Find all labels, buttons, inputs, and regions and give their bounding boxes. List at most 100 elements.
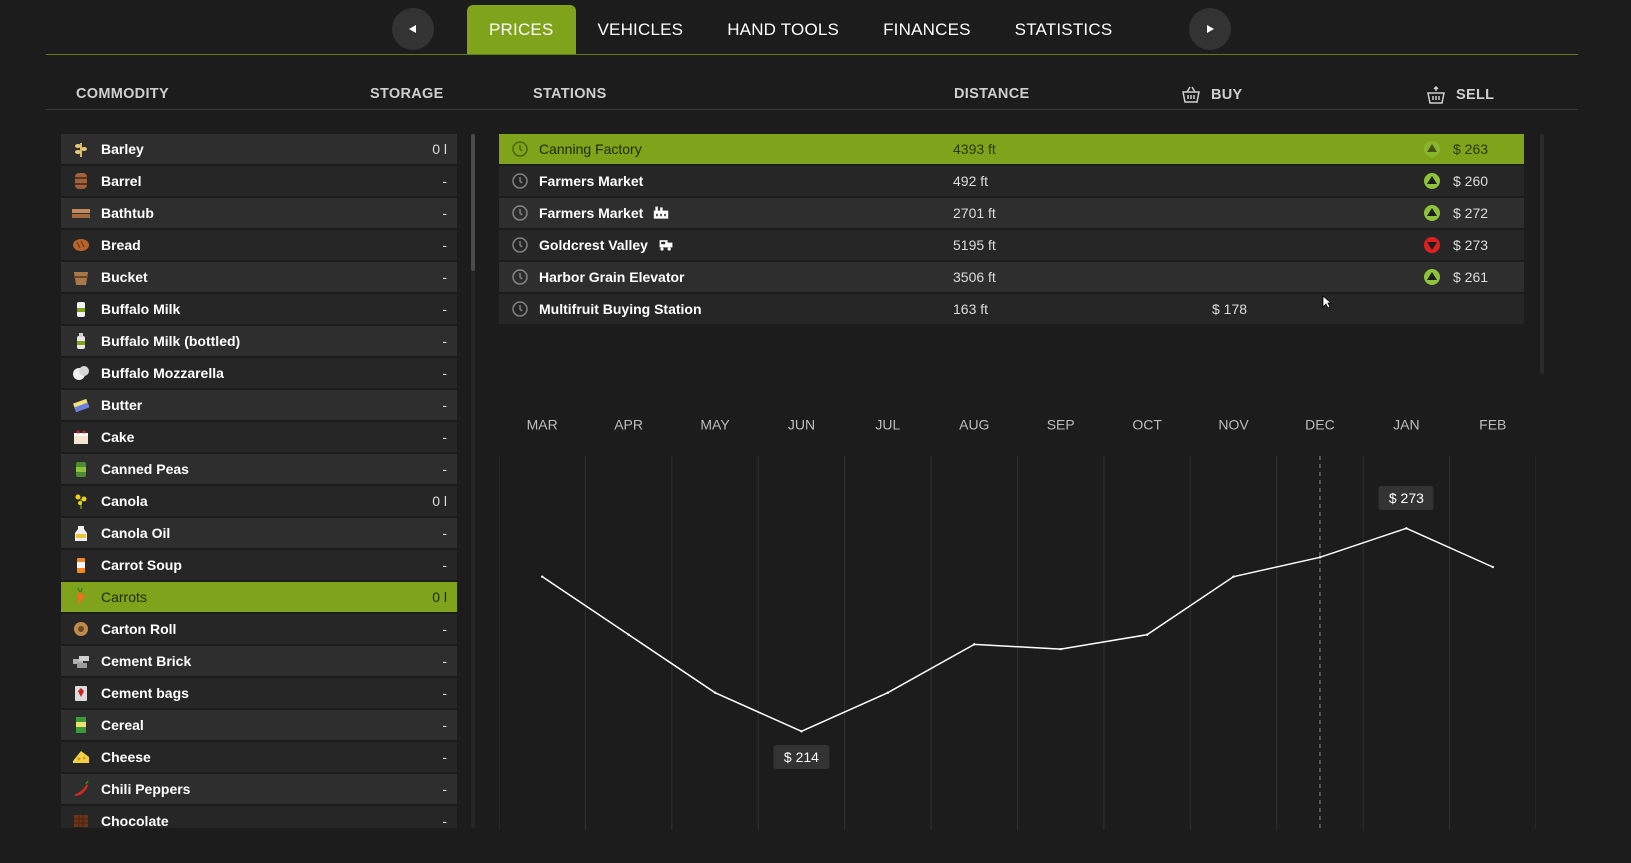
commodity-row[interactable]: Canned Peas - [61,454,457,484]
history-icon[interactable] [511,236,529,254]
commodity-icon-wrap [71,363,91,383]
next-page-button[interactable] [1189,8,1231,50]
commodity-icon-wrap [71,651,91,671]
station-row[interactable]: Harbor Grain Elevator 3506 ft $ 261 [499,262,1524,292]
commodity-row[interactable]: Bucket - [61,262,457,292]
commodity-storage: - [442,461,447,477]
header-sell-label: SELL [1456,87,1495,103]
station-row[interactable]: Goldcrest Valley 5195 ft $ 273 [499,230,1524,260]
station-sell-price: $ 273 [1453,237,1489,253]
commodity-storage: - [442,301,447,317]
station-distance: 492 ft [953,173,989,189]
commodity-icon-wrap [71,171,91,191]
commodity-name: Cheese [101,749,151,765]
price-chart-svg: MAR APR MAY JUN JUL AUG SEP OCT NOV DEC JAN FEB [499,420,1536,830]
cake-icon [74,430,88,444]
commodity-row[interactable]: Carrots 0 l [61,582,457,612]
station-row[interactable]: Farmers Market 2701 ft $ 272 [499,198,1524,228]
price-point [1491,565,1494,569]
commodity-row[interactable]: Canola 0 l [61,486,457,516]
history-icon[interactable] [511,300,529,318]
station-distance: 5195 ft [953,237,996,253]
canned-peas-icon [76,462,86,477]
commodity-storage: - [442,365,447,381]
commodity-scrollbar[interactable] [471,134,475,828]
commodity-row[interactable]: Cake - [61,422,457,452]
header-stations: STATIONS [533,86,607,102]
station-row[interactable]: Canning Factory 4393 ft $ 263 [499,134,1524,164]
commodity-row[interactable]: Buffalo Milk - [61,294,457,324]
price-annotation: $ 214 [773,745,829,770]
station-row[interactable]: Multifruit Buying Station 163 ft $ 178 [499,294,1524,324]
price-history-chart: MAR APR MAY JUN JUL AUG SEP OCT NOV DEC JAN FEB $ 2… [499,420,1536,830]
commodity-icon-wrap [71,523,91,543]
commodity-name: Carrot Soup [101,557,182,573]
history-icon[interactable] [511,268,529,286]
month-label: MAY [700,420,730,433]
cement-bags-icon [75,686,87,701]
commodity-icon-wrap [71,715,91,735]
tab-prices[interactable]: PRICES [467,5,576,55]
commodity-storage: - [442,173,447,189]
tab-statistics[interactable]: STATISTICS [993,5,1135,55]
tab-hand-tools[interactable]: HAND TOOLS [705,5,861,55]
commodity-row[interactable]: Barley 0 l [61,134,457,164]
commodity-name: Chili Peppers [101,781,191,797]
commodity-storage: - [442,781,447,797]
commodity-icon-wrap [71,331,91,351]
commodity-icon-wrap [71,747,91,767]
commodity-name: Bathtub [101,205,154,221]
history-icon[interactable] [511,204,529,222]
commodity-name: Barley [101,141,144,157]
factory-icon [654,206,669,219]
header-distance: DISTANCE [954,86,1030,102]
tab-vehicles[interactable]: VEHICLES [576,5,706,55]
sell-basket-icon [1427,86,1445,104]
commodity-storage: - [442,525,447,541]
previous-page-button[interactable] [392,8,434,50]
commodity-name: Bucket [101,269,148,285]
commodity-row[interactable]: Bread - [61,230,457,260]
commodity-name: Carton Roll [101,621,177,637]
commodity-storage: - [442,205,447,221]
commodity-row[interactable]: Cereal - [61,710,457,740]
commodity-row[interactable]: Carton Roll - [61,614,457,644]
commodity-row[interactable]: Cement Brick - [61,646,457,676]
history-icon[interactable] [511,172,529,190]
commodity-row[interactable]: Cement bags - [61,678,457,708]
tab-finances[interactable]: FINANCES [861,5,993,55]
stations-scrollbar[interactable] [1540,134,1544,374]
triangle-right-icon [1207,25,1214,33]
nav-divider [46,54,1578,55]
month-label: OCT [1132,420,1162,433]
station-row[interactable]: Farmers Market 492 ft $ 260 [499,166,1524,196]
commodity-storage: - [442,333,447,349]
history-icon[interactable] [511,140,529,158]
price-point [541,575,544,578]
commodity-storage: - [442,237,447,253]
commodity-row[interactable]: Carrot Soup - [61,550,457,580]
commodity-scrollbar-thumb[interactable] [471,134,475,271]
buffalo-milk-icon [77,302,85,317]
carton-roll-icon [74,622,88,636]
commodity-name: Cake [101,429,135,445]
commodity-row[interactable]: Cheese - [61,742,457,772]
bucket-icon [74,272,88,285]
cement-brick-icon [73,656,89,668]
commodity-row[interactable]: Chili Peppers - [61,774,457,804]
trend-up-icon [1424,205,1440,221]
commodity-row[interactable]: Barrel - [61,166,457,196]
bathtub-icon [72,209,90,218]
commodity-icon-wrap [71,139,91,159]
shopping-basket-icon [1182,86,1200,103]
commodity-row[interactable]: Buffalo Mozzarella - [61,358,457,388]
commodity-name: Canola [101,493,148,509]
commodity-row[interactable]: Bathtub - [61,198,457,228]
month-label: DEC [1305,420,1335,433]
commodity-row[interactable]: Canola Oil - [61,518,457,548]
commodity-row[interactable]: Buffalo Milk (bottled) - [61,326,457,356]
commodity-row[interactable]: Chocolate - [61,806,457,828]
station-name: Goldcrest Valley [539,237,648,253]
canola-oil-icon [75,526,87,541]
commodity-row[interactable]: Butter - [61,390,457,420]
